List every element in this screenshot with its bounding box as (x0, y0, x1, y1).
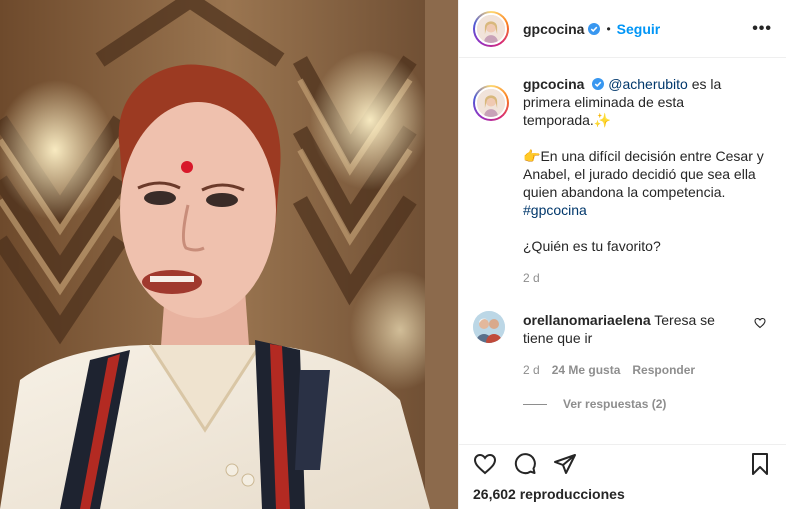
comment-icon[interactable] (513, 452, 537, 476)
view-replies-button[interactable]: Ver respuestas (2) (523, 397, 770, 411)
post-video[interactable] (0, 0, 458, 509)
heart-icon[interactable] (473, 452, 497, 476)
post-header: gpcocina • Seguir ••• (459, 0, 786, 58)
mention-link[interactable]: @acherubito (608, 76, 688, 92)
view-replies-label: Ver respuestas (2) (563, 397, 667, 411)
instagram-post: gpcocina • Seguir ••• gpcocina @acherubi… (0, 0, 786, 509)
post-caption: gpcocina @acherubito es la primera elimi… (473, 75, 770, 287)
caption-body: gpcocina @acherubito es la primera elimi… (523, 75, 770, 287)
caption-question: ¿Quién es tu favorito? (523, 238, 661, 254)
bookmark-icon[interactable] (748, 452, 772, 476)
author-username[interactable]: gpcocina (523, 21, 584, 37)
comments-section[interactable]: gpcocina @acherubito es la primera elimi… (459, 59, 786, 444)
post-side-panel: gpcocina • Seguir ••• gpcocina @acherubi… (458, 0, 786, 509)
caption-text-2: En una difícil decisión entre Cesar y An… (523, 148, 764, 200)
view-count[interactable]: 26,602 reproducciones (473, 486, 625, 502)
reply-button[interactable]: Responder (632, 361, 695, 379)
avatar[interactable] (473, 311, 505, 343)
hashtag-link[interactable]: #gpcocina (523, 202, 587, 218)
author-avatar-ring[interactable] (473, 10, 509, 47)
more-options-icon[interactable]: ••• (752, 20, 772, 38)
heart-icon[interactable] (754, 317, 766, 329)
comment-timestamp[interactable]: 2 d (523, 361, 540, 379)
verified-badge-icon (588, 22, 601, 35)
avatar (475, 87, 507, 119)
comment-item: orellanomariaelena Teresa se tiene que i… (473, 311, 770, 379)
separator-dot: • (606, 21, 611, 36)
verified-badge-icon (592, 78, 605, 90)
replies-divider (523, 403, 547, 405)
action-bar (459, 444, 786, 482)
caption-timestamp[interactable]: 2 d (523, 269, 770, 287)
paper-plane-icon[interactable] (553, 452, 577, 476)
comment-likes[interactable]: 24 Me gusta (552, 361, 621, 379)
comment-username[interactable]: orellanomariaelena (523, 312, 651, 328)
avatar (475, 12, 507, 45)
caption-avatar-ring[interactable] (473, 85, 509, 121)
comment-body: orellanomariaelena Teresa se tiene que i… (523, 311, 741, 379)
follow-button[interactable]: Seguir (617, 21, 661, 37)
video-frame-image (0, 0, 458, 509)
comment-meta: 2 d 24 Me gusta Responder (523, 361, 741, 379)
caption-username[interactable]: gpcocina (523, 76, 584, 92)
sparkle-emoji: ✨ (593, 112, 612, 128)
pointing-hand-emoji: 👉 (523, 148, 541, 164)
